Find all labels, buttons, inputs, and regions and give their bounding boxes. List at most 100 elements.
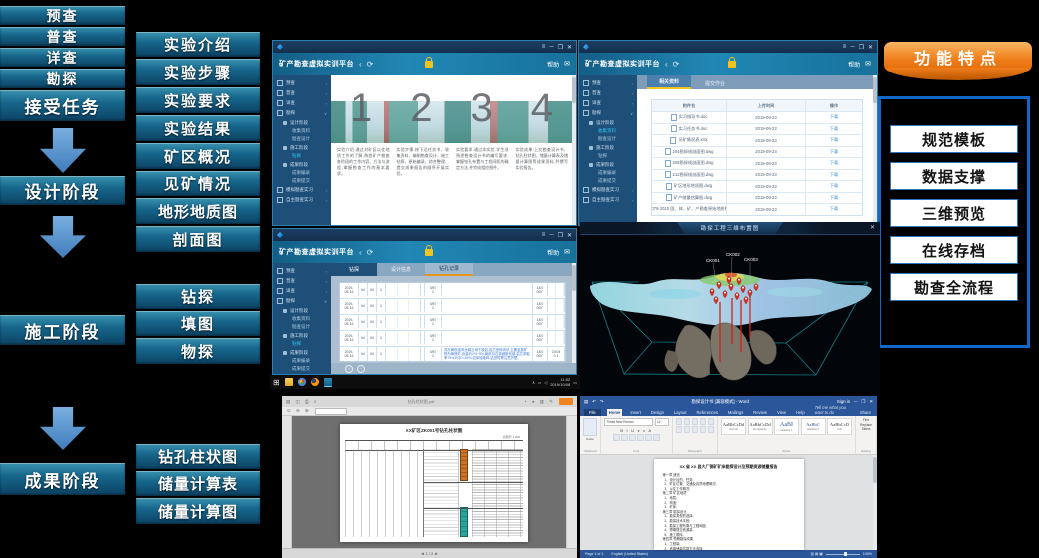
- style-heading2[interactable]: AaBbCHeading 2: [801, 418, 826, 435]
- sidebar-group-result[interactable]: 成果阶段: [273, 348, 331, 357]
- sidebar-sub-record[interactable]: 成果编录: [579, 169, 637, 177]
- mail-icon[interactable]: ✉: [564, 248, 570, 256]
- download-link[interactable]: 下载: [806, 137, 862, 143]
- sidebar-sub-drilling[interactable]: 钻探: [273, 152, 331, 160]
- maximize-icon[interactable]: ❐: [558, 44, 563, 51]
- sidebar-item-pucha[interactable]: 普查›: [273, 276, 331, 286]
- download-link[interactable]: 下载: [806, 172, 862, 178]
- sidebar-sub-submit[interactable]: 成果提交: [579, 177, 637, 185]
- pdf-buy-button[interactable]: [559, 398, 573, 405]
- style-no-spacing[interactable]: AaBbCcDdNo Spacing: [748, 418, 773, 435]
- list-buttons[interactable]: [676, 418, 715, 425]
- sidebar-group-result[interactable]: 成果阶段: [273, 160, 331, 169]
- sidebar-sub-collect[interactable]: 收集资料: [273, 127, 331, 135]
- sidebar-item-self[interactable]: 自主勘查实习›: [273, 195, 331, 205]
- tab-mailings[interactable]: Mailings: [726, 409, 745, 416]
- page-indicator[interactable]: ◄ 1 / 2 ►: [421, 551, 439, 556]
- view-mode-icons[interactable]: ▥ ▤ ▦: [811, 552, 823, 556]
- sidebar-sub-drilling[interactable]: 钻探: [273, 340, 331, 348]
- tray-expand-icon[interactable]: ∧: [532, 380, 535, 385]
- minimize-icon[interactable]: ─: [850, 44, 854, 51]
- tab-review[interactable]: Review: [751, 409, 769, 416]
- download-link[interactable]: 下载: [806, 183, 862, 189]
- sidebar-group-construction[interactable]: 施工阶段: [273, 331, 331, 340]
- sidebar-item-yucha[interactable]: 预查›: [273, 266, 331, 276]
- menu-icon[interactable]: ≡: [542, 232, 546, 239]
- download-link[interactable]: 下载: [806, 149, 862, 155]
- pager-first[interactable]: «: [345, 365, 353, 373]
- system-tray[interactable]: ∧ ▱ ◁ 11:52 2019/10/08 ▭: [532, 377, 577, 387]
- tab-home[interactable]: Home: [607, 409, 623, 416]
- sidebar-item-xiangcha[interactable]: 详查›: [273, 286, 331, 296]
- mail-icon[interactable]: ✉: [564, 60, 570, 68]
- mail-icon[interactable]: ✉: [865, 60, 871, 68]
- help-link[interactable]: 帮助: [547, 60, 559, 69]
- help-link[interactable]: 帮助: [848, 60, 860, 69]
- zoom-slider[interactable]: [826, 554, 860, 555]
- sidebar-sub-collect[interactable]: 收集资料: [273, 315, 331, 323]
- window-controls[interactable]: ≡ ─ ❐ ✕: [542, 44, 572, 51]
- font-size-select[interactable]: 12: [655, 418, 669, 426]
- tellme-box[interactable]: Tell me what you want to do: [813, 404, 852, 416]
- sidebar-item-simulated[interactable]: 模拟勘查实习›: [579, 185, 637, 195]
- pdf-toolbar[interactable]: ▤ ◫ ⎙ ⌕ 钻孔柱状图.pdf ◔ ◕ ▥ ✎: [282, 396, 577, 407]
- style-normal[interactable]: AaBbCcDdNormal: [721, 418, 746, 435]
- download-link[interactable]: 下载: [806, 206, 862, 212]
- tab-drill-record[interactable]: 钻孔记录: [425, 263, 473, 276]
- sidebar-group-design[interactable]: 设计阶段: [273, 118, 331, 127]
- pdf-left-rail[interactable]: [282, 416, 292, 548]
- scrollbar[interactable]: [873, 455, 877, 550]
- close-icon[interactable]: ✕: [567, 44, 572, 51]
- clock[interactable]: 11:52 2019/10/08: [550, 377, 570, 387]
- window-controls[interactable]: ≡ ─ ❐ ✕: [542, 232, 572, 239]
- sidebar-group-design[interactable]: 设计阶段: [579, 118, 637, 127]
- sidebar-item-yucha[interactable]: 预查›: [579, 78, 637, 88]
- chrome-icon[interactable]: [298, 378, 306, 386]
- sidebar-item-simulated[interactable]: 模拟勘查实习›: [273, 185, 331, 195]
- menu-icon[interactable]: ≡: [542, 44, 546, 51]
- sidebar-sub-design[interactable]: 勘查设计: [579, 135, 637, 143]
- minimize-icon[interactable]: ─: [549, 232, 553, 239]
- tab-design[interactable]: Design: [649, 409, 666, 416]
- language-status[interactable]: English (United States): [611, 552, 648, 556]
- paste-label[interactable]: Paste: [586, 437, 594, 441]
- sidebar-group-construction[interactable]: 施工阶段: [579, 143, 637, 152]
- download-link[interactable]: 下载: [806, 114, 862, 120]
- refresh-icon[interactable]: ⟳: [367, 60, 374, 69]
- sidebar-sub-record[interactable]: 成果编录: [273, 357, 331, 365]
- sidebar-group-result[interactable]: 成果阶段: [579, 160, 637, 169]
- download-link[interactable]: 下载: [806, 195, 862, 201]
- back-icon[interactable]: ‹: [665, 60, 668, 69]
- scrollbar[interactable]: [572, 75, 576, 225]
- sidebar-item-xiangcha[interactable]: 详查›: [273, 98, 331, 108]
- back-icon[interactable]: ‹: [359, 248, 362, 257]
- zoom-control[interactable]: ▥ ▤ ▦ 100%: [811, 552, 872, 556]
- tab-insert[interactable]: Insert: [628, 409, 642, 416]
- sidebar-sub-drilling[interactable]: 钻探: [579, 152, 637, 160]
- viz-3d-scene[interactable]: CK001 CK002 CK003: [580, 234, 880, 392]
- tab-materials[interactable]: 相关资料: [647, 75, 691, 89]
- close-icon[interactable]: ✕: [868, 44, 873, 51]
- firefox-icon[interactable]: [311, 378, 319, 386]
- minimize-icon[interactable]: ─: [854, 399, 857, 404]
- sidebar-item-yucha[interactable]: 预查›: [273, 78, 331, 88]
- close-icon[interactable]: ✕: [567, 232, 572, 239]
- platform-app-icon[interactable]: [324, 378, 332, 387]
- pager-prev[interactable]: ‹: [357, 365, 365, 373]
- sidebar-item-self[interactable]: 自主勘查实习›: [579, 195, 637, 205]
- start-button-icon[interactable]: ⊞: [273, 378, 280, 387]
- word-page[interactable]: XX 省 XX 县大厂铜矿矿床勘探设计及预期资源储量报告 第一章 绪言 1、设计…: [654, 459, 804, 550]
- sidebar-group-design[interactable]: 设计阶段: [273, 306, 331, 315]
- notification-icon[interactable]: ▭: [573, 380, 577, 385]
- window-controls[interactable]: ≡ ─ ❐ ✕: [843, 44, 873, 51]
- scrollbar[interactable]: [873, 75, 877, 225]
- file-explorer-icon[interactable]: [285, 378, 293, 386]
- tab-drilling[interactable]: 钻探: [331, 263, 377, 276]
- sidebar-sub-submit[interactable]: 成果提交: [273, 365, 331, 373]
- pdf-toolbar-icons-right[interactable]: ◔ ◕ ▥ ✎: [524, 399, 555, 405]
- tab-file[interactable]: File: [584, 409, 601, 416]
- sidebar-item-kantan[interactable]: 勘探∨: [579, 108, 637, 118]
- sidebar-sub-design[interactable]: 勘查设计: [273, 135, 331, 143]
- sidebar-item-simulated[interactable]: 模拟勘查实习›: [273, 373, 331, 374]
- style-title[interactable]: AaBbCcDTitle: [827, 418, 852, 435]
